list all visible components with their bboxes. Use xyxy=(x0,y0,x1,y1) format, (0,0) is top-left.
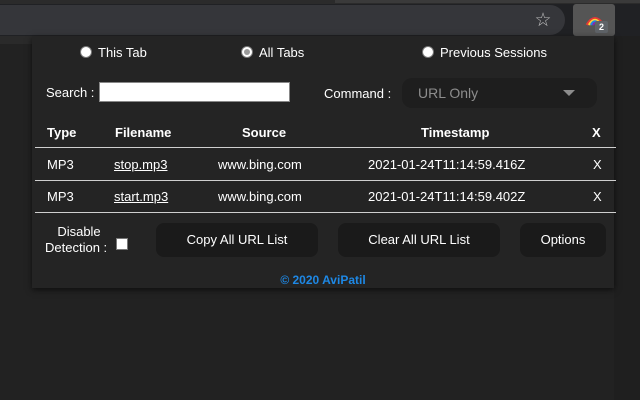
header-type: Type xyxy=(47,125,77,140)
extension-badge: 2 xyxy=(595,21,608,33)
chevron-down-icon xyxy=(563,90,575,96)
radio-label: All Tabs xyxy=(259,44,305,60)
disable-detection-checkbox[interactable] xyxy=(116,238,128,250)
clear-all-url-button[interactable]: Clear All URL List xyxy=(338,223,500,257)
command-label: Command : xyxy=(324,86,392,101)
radio-label: Previous Sessions xyxy=(440,44,547,60)
divider xyxy=(35,180,616,181)
search-input[interactable] xyxy=(99,82,290,102)
extension-popup: This Tab All Tabs Previous Sessions Sear… xyxy=(32,36,616,288)
radio-button[interactable] xyxy=(80,46,92,58)
disable-detection-label: Disable Detection : xyxy=(44,224,114,256)
row-1-filename-link[interactable]: stop.mp3 xyxy=(114,157,167,172)
command-select[interactable]: URL Only xyxy=(402,78,597,108)
row-1-source: www.bing.com xyxy=(218,157,302,172)
copy-all-url-button[interactable]: Copy All URL List xyxy=(156,223,318,257)
page-area-right xyxy=(614,36,640,400)
radio-label: This Tab xyxy=(98,44,147,60)
radio-button-selected[interactable] xyxy=(241,46,253,58)
divider xyxy=(35,147,616,148)
row-1-type: MP3 xyxy=(47,157,74,172)
radio-previous-sessions[interactable]: Previous Sessions xyxy=(422,44,547,60)
disable-detection-line1: Disable xyxy=(57,224,101,239)
header-timestamp: Timestamp xyxy=(421,125,490,140)
star-outline-icon[interactable]: ☆ xyxy=(532,9,554,31)
options-button[interactable]: Options xyxy=(520,223,606,257)
row-2-filename-link[interactable]: start.mp3 xyxy=(114,189,168,204)
row-2-remove-icon[interactable]: X xyxy=(593,189,602,204)
row-1-remove-icon[interactable]: X xyxy=(593,157,602,172)
row-1-timestamp: 2021-01-24T11:14:59.416Z xyxy=(368,157,526,172)
header-filename: Filename xyxy=(115,125,172,140)
row-2-type: MP3 xyxy=(47,189,74,204)
command-selected-value: URL Only xyxy=(418,85,479,101)
divider xyxy=(35,212,616,213)
tab-strip-edge xyxy=(335,0,640,3)
address-bar[interactable] xyxy=(0,5,565,35)
clear-all-icon[interactable]: X xyxy=(592,125,601,140)
row-2-source: www.bing.com xyxy=(218,189,302,204)
header-source: Source xyxy=(242,125,287,140)
search-label: Search : xyxy=(46,85,95,100)
disable-detection-line2: Detection : xyxy=(45,240,108,255)
extension-button[interactable]: 2 xyxy=(573,4,615,36)
footer-copyright: © 2020 AviPatil xyxy=(280,273,366,287)
radio-this-tab[interactable]: This Tab xyxy=(80,44,147,60)
row-2-timestamp: 2021-01-24T11:14:59.402Z xyxy=(368,189,526,204)
browser-toolbar: ☆ 2 xyxy=(0,0,640,36)
radio-button[interactable] xyxy=(422,46,434,58)
radio-all-tabs[interactable]: All Tabs xyxy=(241,44,304,60)
